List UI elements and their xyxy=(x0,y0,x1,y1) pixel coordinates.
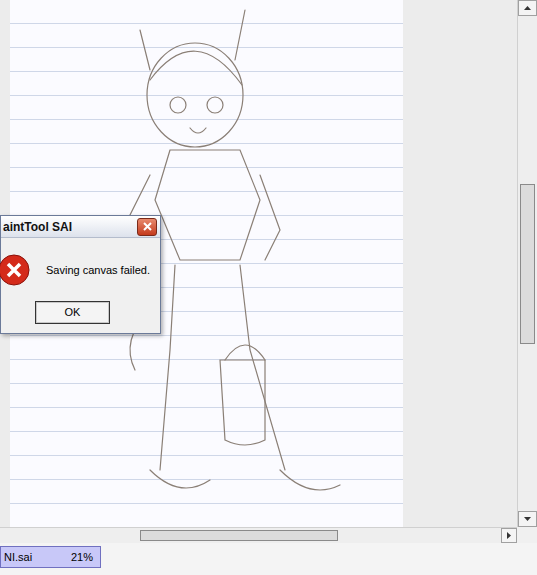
dialog-title: aintTool SAI xyxy=(3,218,72,236)
document-name: NI.sai xyxy=(4,549,32,566)
dialog-title-bar[interactable]: aintTool SAI xyxy=(1,216,160,238)
vertical-scroll-thumb[interactable] xyxy=(520,184,535,344)
scroll-right-button[interactable] xyxy=(501,528,517,543)
scroll-up-button[interactable] xyxy=(518,0,537,16)
painttool-sai-window: NI.sai 21% aintTool SAI Saving canvas faile… xyxy=(0,0,537,575)
vertical-scrollbar[interactable] xyxy=(517,0,537,527)
document-tab[interactable]: NI.sai 21% xyxy=(0,546,101,568)
dialog-button[interactable]: OK xyxy=(35,301,110,324)
up-arrow-icon xyxy=(524,6,531,10)
dialog-message: Saving canvas failed. xyxy=(46,262,150,279)
close-icon xyxy=(143,222,152,231)
dialog-close-button[interactable] xyxy=(137,218,157,236)
error-icon xyxy=(0,254,30,286)
down-arrow-icon xyxy=(524,517,531,521)
document-zoom: 21% xyxy=(71,549,97,566)
scroll-down-button[interactable] xyxy=(518,511,537,527)
horizontal-scroll-thumb[interactable] xyxy=(140,530,338,541)
document-bar: NI.sai 21% xyxy=(0,543,537,575)
horizontal-scrollbar[interactable] xyxy=(0,527,517,543)
error-dialog: aintTool SAI Saving canvas failed. OK xyxy=(0,215,161,334)
right-arrow-icon xyxy=(507,532,511,539)
